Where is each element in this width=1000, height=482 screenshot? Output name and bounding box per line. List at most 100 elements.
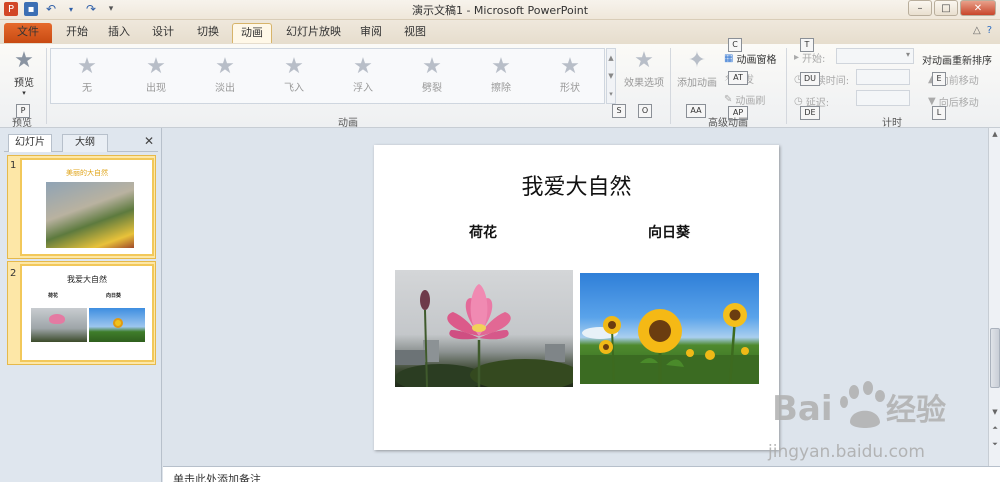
animation-painter-label: 动画刷 xyxy=(735,96,766,107)
thumb-2-lotus-photo xyxy=(31,308,87,342)
slide-thumbnail-2[interactable]: 我爱大自然 荷花 向日葵 xyxy=(20,264,154,362)
animation-painter-icon: ✎ xyxy=(724,94,733,105)
keytip-c: C xyxy=(728,38,742,52)
effect-fade[interactable]: ★ 淡出 xyxy=(197,55,253,95)
effect-label: 劈裂 xyxy=(422,83,442,94)
slide-number-2: 2 xyxy=(10,268,17,279)
gallery-scroll[interactable]: ▲ ▼ ▾ xyxy=(606,48,616,104)
scroll-down-icon[interactable]: ▼ xyxy=(989,408,1000,416)
tab-home[interactable]: 开始 xyxy=(62,23,92,43)
effect-none[interactable]: ★ 无 xyxy=(59,55,115,95)
scroll-up-icon[interactable]: ▲ xyxy=(989,130,1000,138)
thumb-sunflower xyxy=(113,318,123,328)
effect-options-button[interactable]: ★ 效果选项 xyxy=(622,48,666,89)
close-pane-icon[interactable]: ✕ xyxy=(144,134,154,148)
keytip-e: E xyxy=(932,72,946,86)
left-caption[interactable]: 荷花 xyxy=(469,222,497,242)
animation-pane-icon: ▦ xyxy=(724,53,734,64)
effect-fly-in[interactable]: ★ 飞入 xyxy=(266,54,322,95)
lotus-photo[interactable] xyxy=(395,270,573,387)
next-slide-icon[interactable]: ⏷ xyxy=(989,440,1000,449)
notes-placeholder: 单击此处添加备注 xyxy=(173,473,261,482)
scroll-thumb[interactable] xyxy=(990,328,1000,388)
tab-review[interactable]: 审阅 xyxy=(356,23,386,43)
maximize-button[interactable]: □ xyxy=(934,0,958,16)
ribbon: ★ 预览 ▾ 预览 ★ 无 ★ 出现 ★ 淡出 ★ 飞入 ★ 浮入 ★ 劈裂 ★ 擦除 ★ 形状… xyxy=(0,38,1000,143)
thumb-2-right-label: 向日葵 xyxy=(106,293,122,299)
tab-transitions[interactable]: 切换 xyxy=(193,23,223,43)
right-caption[interactable]: 向日葵 xyxy=(648,222,690,242)
effect-shape[interactable]: ★ 形状 xyxy=(542,54,598,95)
tab-file[interactable]: 文件 xyxy=(4,23,52,43)
animation-painter-button[interactable]: ✎ 动画刷 xyxy=(724,92,765,107)
effect-shape-icon: ★ xyxy=(560,54,580,79)
ribbon-separator xyxy=(46,48,47,124)
effect-options-icon: ★ xyxy=(634,48,654,73)
advanced-animation-group-label: 高级动画 xyxy=(708,118,748,129)
ribbon-tabs: 文件 开始 插入 设计 切换 动画 幻灯片放映 审阅 视图 △ ? xyxy=(0,20,1000,44)
add-animation-label: 添加动画 xyxy=(677,78,717,89)
effect-appear-icon: ★ xyxy=(146,54,166,79)
keytip-s: S xyxy=(612,104,626,118)
keytip-o: O xyxy=(638,104,652,118)
reorder-title: 对动画重新排序 xyxy=(922,56,992,67)
effect-appear[interactable]: ★ 出现 xyxy=(128,54,184,95)
thumb-1-photo xyxy=(46,182,134,248)
preview-star-icon: ★ xyxy=(14,48,34,73)
effect-wipe-icon: ★ xyxy=(491,54,511,79)
title-bar: P ▪ ↶ ▾ ↷ ▾ 演示文稿1 - Microsoft PowerPoint… xyxy=(0,0,1000,20)
keytip-l: L xyxy=(932,106,946,120)
tab-insert[interactable]: 插入 xyxy=(104,23,134,43)
thumb-2-left-label: 荷花 xyxy=(48,293,59,299)
preview-label: 预览 xyxy=(14,78,34,89)
effect-label: 形状 xyxy=(560,83,580,94)
animation-gallery: ★ 无 ★ 出现 ★ 淡出 ★ 飞入 ★ 浮入 ★ 劈裂 ★ 擦除 ★ 形状 xyxy=(50,48,605,104)
ribbon-separator xyxy=(786,48,787,124)
keytip-at: AT xyxy=(728,71,748,85)
preview-button[interactable]: ★ 预览 ▾ xyxy=(6,48,42,97)
window-title: 演示文稿1 - Microsoft PowerPoint xyxy=(411,4,589,17)
effect-wipe[interactable]: ★ 擦除 xyxy=(473,54,529,95)
start-dropdown[interactable]: ▾ xyxy=(836,48,914,64)
slide-thumbnail-1[interactable]: 美丽的大自然 xyxy=(20,158,154,256)
keytip-de: DE xyxy=(800,106,820,120)
slide-title[interactable]: 我爱大自然 xyxy=(374,169,779,201)
notes-pane[interactable]: 单击此处添加备注 xyxy=(163,466,1000,482)
start-dropdown-icon: ▾ xyxy=(905,50,910,59)
keytip-p: P xyxy=(16,104,30,118)
pane-tabs: 幻灯片 大纲 ✕ xyxy=(4,132,158,152)
sunflower-photo[interactable] xyxy=(580,273,759,384)
add-animation-button[interactable]: ✦ 添加动画 xyxy=(674,48,720,89)
slides-pane: 幻灯片 大纲 ✕ 1 美丽的大自然 2 我爱大自然 荷花 向日葵 xyxy=(0,128,162,482)
tab-design[interactable]: 设计 xyxy=(148,23,178,43)
effect-fly-in-icon: ★ xyxy=(284,54,304,79)
add-animation-icon: ✦ xyxy=(687,48,707,73)
animation-group-label: 动画 xyxy=(338,118,358,129)
effect-float-in[interactable]: ★ 浮入 xyxy=(335,55,391,95)
start-label: 开始: xyxy=(802,54,826,65)
delay-spinner[interactable] xyxy=(856,90,910,106)
previous-slide-icon[interactable]: ⏶ xyxy=(989,424,1000,433)
tab-slides[interactable]: 幻灯片 xyxy=(8,134,52,152)
duration-spinner[interactable] xyxy=(856,69,910,85)
effect-label: 浮入 xyxy=(353,83,373,94)
effect-label: 无 xyxy=(82,83,92,94)
tab-view[interactable]: 视图 xyxy=(400,23,430,43)
timing-group-label: 计时 xyxy=(882,118,902,129)
keytip-t: T xyxy=(800,38,814,52)
help-icon[interactable]: ? xyxy=(987,25,992,36)
tab-outline[interactable]: 大纲 xyxy=(62,134,108,152)
slide-canvas[interactable]: 我爱大自然 荷花 向日葵 xyxy=(374,145,779,450)
vertical-scrollbar[interactable]: ▲ ▼ ⏶ ⏷ xyxy=(988,128,1000,466)
animation-pane-button[interactable]: ▦ 动画窗格 xyxy=(724,51,776,66)
tab-animations[interactable]: 动画 xyxy=(232,23,272,43)
thumb-1-title: 美丽的大自然 xyxy=(66,169,108,177)
close-button[interactable]: ✕ xyxy=(960,0,996,16)
effect-options-label: 效果选项 xyxy=(624,78,664,89)
tab-slideshow[interactable]: 幻灯片放映 xyxy=(282,23,345,43)
keytip-du: DU xyxy=(800,72,820,86)
thumb-lotus-flower xyxy=(49,314,65,324)
collapse-ribbon-icon[interactable]: △ xyxy=(973,25,981,36)
effect-split[interactable]: ★ 劈裂 xyxy=(404,55,460,95)
minimize-button[interactable]: – xyxy=(908,0,932,16)
